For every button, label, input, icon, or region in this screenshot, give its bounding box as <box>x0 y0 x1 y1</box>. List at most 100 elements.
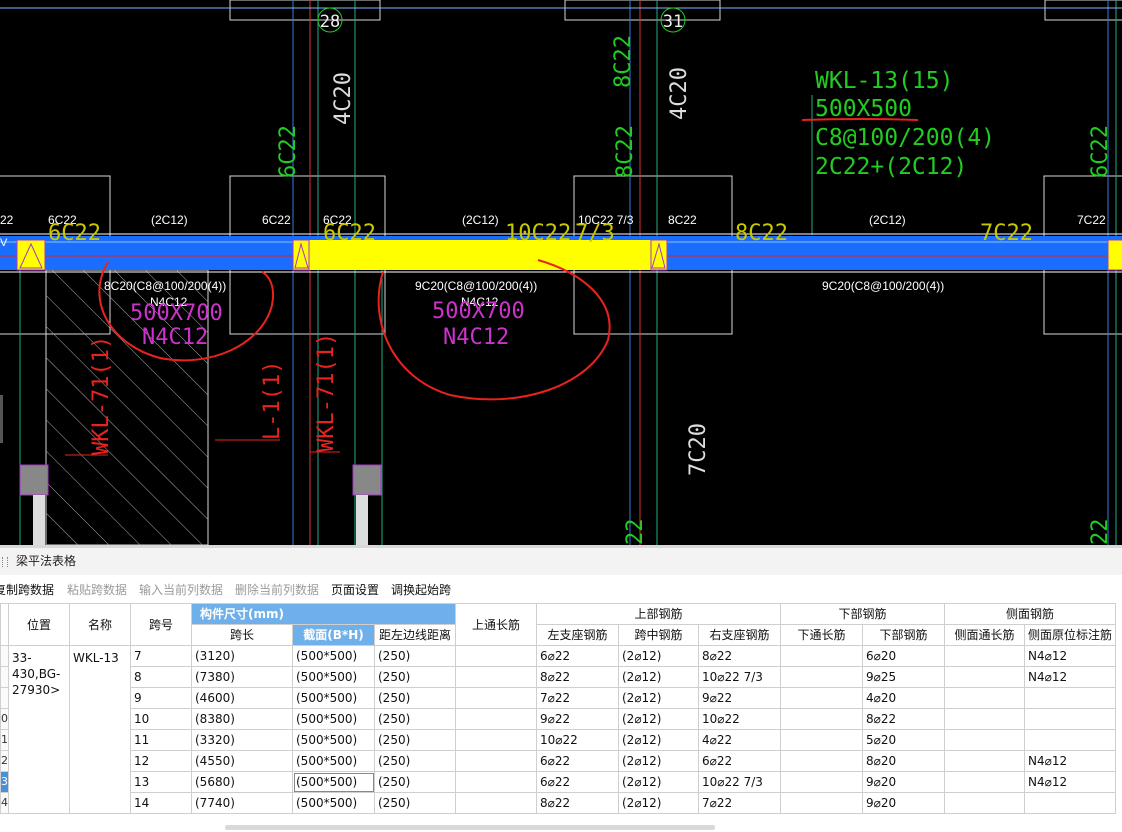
delete-column-data-button[interactable]: 删除当前列数据 <box>235 578 319 602</box>
cell-right-support[interactable]: 8⌀22 <box>698 645 781 667</box>
row-number[interactable]: 0 <box>0 708 9 730</box>
col-group-dimensions[interactable]: 构件尺寸(mm) <box>191 603 456 625</box>
col-span-no[interactable]: 跨号 <box>130 603 192 646</box>
table-row[interactable]: 9 (4600) (500*500) (250) 7⌀22 (2⌀12) 9⌀22 4⌀20 <box>0 687 1117 709</box>
cell-mid-span[interactable]: (2⌀12) <box>618 771 699 793</box>
row-number[interactable] <box>0 666 9 688</box>
cell-top-through[interactable] <box>455 687 537 709</box>
cell-bottom-bar[interactable]: 9⌀20 <box>862 792 945 814</box>
cell-edge-distance[interactable]: (250) <box>374 771 456 793</box>
row-number[interactable]: 1 <box>0 729 9 751</box>
cell-left-support[interactable]: 6⌀22 <box>536 771 619 793</box>
col-span-length[interactable]: 跨长 <box>191 624 293 646</box>
cell-span-length[interactable]: (8380) <box>191 708 293 730</box>
row-number[interactable] <box>0 645 9 667</box>
cell-span-no[interactable]: 8 <box>130 666 192 688</box>
cell-span-length[interactable]: (5680) <box>191 771 293 793</box>
horizontal-scrollbar[interactable] <box>225 825 715 830</box>
col-group-side-bars[interactable]: 侧面钢筋 <box>943 603 1117 625</box>
cell-top-through[interactable] <box>455 792 537 814</box>
col-group-bottom-bars[interactable]: 下部钢筋 <box>780 603 945 625</box>
cell-side-local[interactable] <box>1023 729 1117 751</box>
copy-span-data-button[interactable]: 复制跨数据 <box>0 578 54 602</box>
col-bottom-through[interactable]: 下通长筋 <box>780 624 863 646</box>
cell-side-through[interactable] <box>944 729 1025 751</box>
cell-side-local[interactable]: N4⌀12 <box>1023 645 1117 667</box>
row-number[interactable]: 3 <box>0 771 9 793</box>
page-setup-button[interactable]: 页面设置 <box>331 578 379 602</box>
cell-mid-span[interactable]: (2⌀12) <box>618 729 699 751</box>
cell-side-local[interactable]: N4⌀12 <box>1023 666 1117 688</box>
col-position[interactable]: 位置 <box>8 603 70 646</box>
cell-top-through[interactable] <box>455 645 537 667</box>
cell-span-length[interactable]: (4550) <box>191 750 293 772</box>
cell-bottom-bar[interactable]: 4⌀20 <box>862 687 945 709</box>
col-bottom-bar[interactable]: 下部钢筋 <box>862 624 945 646</box>
cell-section[interactable]: (500*500) <box>292 729 375 751</box>
cell-side-through[interactable] <box>944 708 1025 730</box>
cell-top-through[interactable] <box>455 666 537 688</box>
cad-drawing-canvas[interactable]: 28 31 22 6C22 (2C12) 6C22 6C22 (2C12) 10… <box>0 0 1122 545</box>
cell-side-local[interactable]: N4⌀12 <box>1023 771 1117 793</box>
cell-span-no[interactable]: 10 <box>130 708 192 730</box>
cell-mid-span[interactable]: (2⌀12) <box>618 687 699 709</box>
cell-mid-span[interactable]: (2⌀12) <box>618 666 699 688</box>
cell-span-length[interactable]: (7380) <box>191 666 293 688</box>
cell-span-length[interactable]: (7740) <box>191 792 293 814</box>
cell-span-length[interactable]: (3120) <box>191 645 293 667</box>
cell-right-support[interactable]: 10⌀22 7/3 <box>698 771 781 793</box>
cell-mid-span[interactable]: (2⌀12) <box>618 645 699 667</box>
cell-edge-distance[interactable]: (250) <box>374 708 456 730</box>
input-column-data-button[interactable]: 输入当前列数据 <box>139 578 223 602</box>
cell-position[interactable]: 33-430,BG-27930> <box>8 645 70 814</box>
cell-edge-distance[interactable]: (250) <box>374 729 456 751</box>
cell-name[interactable]: WKL-13 <box>69 645 131 814</box>
cell-mid-span[interactable]: (2⌀12) <box>618 708 699 730</box>
col-side-local[interactable]: 侧面原位标注筋 <box>1023 624 1117 646</box>
cell-bottom-bar[interactable]: 8⌀20 <box>862 750 945 772</box>
cell-right-support[interactable]: 6⌀22 <box>698 750 781 772</box>
table-row[interactable]: 1 11 (3320) (500*500) (250) 10⌀22 (2⌀12) 4⌀22 5⌀… <box>0 729 1117 751</box>
cell-side-through[interactable] <box>944 750 1025 772</box>
row-number[interactable]: 4 <box>0 792 9 814</box>
cell-section[interactable]: (500*500) <box>292 750 375 772</box>
table-row[interactable]: 0 10 (8380) (500*500) (250) 9⌀22 (2⌀12) 10⌀22 8⌀… <box>0 708 1117 730</box>
cell-side-through[interactable] <box>944 666 1025 688</box>
cell-side-through[interactable] <box>944 792 1025 814</box>
table-row[interactable]: 4 14 (7740) (500*500) (250) 8⌀22 (2⌀12) 7⌀22 9⌀2… <box>0 792 1117 814</box>
cell-top-through[interactable] <box>455 750 537 772</box>
cell-span-no[interactable]: 12 <box>130 750 192 772</box>
cell-side-through[interactable] <box>944 771 1025 793</box>
paste-span-data-button[interactable]: 粘贴跨数据 <box>67 578 127 602</box>
cell-bottom-through[interactable] <box>780 666 863 688</box>
table-row[interactable]: 33-430,BG-27930> WKL-13 7 (3120) (500*500) (2… <box>0 645 1117 814</box>
swap-start-span-button[interactable]: 调换起始跨 <box>391 578 451 602</box>
cell-bottom-through[interactable] <box>780 687 863 709</box>
row-number[interactable] <box>0 687 9 709</box>
row-number[interactable]: 2 <box>0 750 9 772</box>
cell-span-no[interactable]: 13 <box>130 771 192 793</box>
table-row[interactable]: 2 12 (4550) (500*500) (250) 6⌀22 (2⌀12) 6⌀22 8⌀2… <box>0 750 1117 772</box>
cell-span-no[interactable]: 11 <box>130 729 192 751</box>
cell-side-local[interactable]: N4⌀12 <box>1023 750 1117 772</box>
cell-bottom-through[interactable] <box>780 771 863 793</box>
cell-right-support[interactable]: 10⌀22 7/3 <box>698 666 781 688</box>
cell-left-support[interactable]: 9⌀22 <box>536 708 619 730</box>
cell-bottom-through[interactable] <box>780 750 863 772</box>
col-name[interactable]: 名称 <box>69 603 131 646</box>
cell-side-through[interactable] <box>944 645 1025 667</box>
side-handle[interactable] <box>0 395 3 443</box>
cell-left-support[interactable]: 7⌀22 <box>536 687 619 709</box>
col-group-top-bars[interactable]: 上部钢筋 <box>536 603 781 625</box>
cell-side-local[interactable] <box>1023 708 1117 730</box>
col-left-support[interactable]: 左支座钢筋 <box>536 624 619 646</box>
table-row[interactable]: 3 13 (5680) (500*500) (250) 6⌀22 (2⌀12) 10⌀22 7… <box>0 771 1117 793</box>
cell-left-support[interactable]: 6⌀22 <box>536 645 619 667</box>
cell-side-local[interactable] <box>1023 792 1117 814</box>
cell-bottom-bar[interactable]: 9⌀20 <box>862 771 945 793</box>
cell-edge-distance[interactable]: (250) <box>374 666 456 688</box>
drag-grip-icon[interactable] <box>2 557 8 567</box>
col-right-support[interactable]: 右支座钢筋 <box>698 624 781 646</box>
cell-bottom-bar[interactable]: 8⌀22 <box>862 708 945 730</box>
cell-section[interactable]: (500*500) <box>292 792 375 814</box>
